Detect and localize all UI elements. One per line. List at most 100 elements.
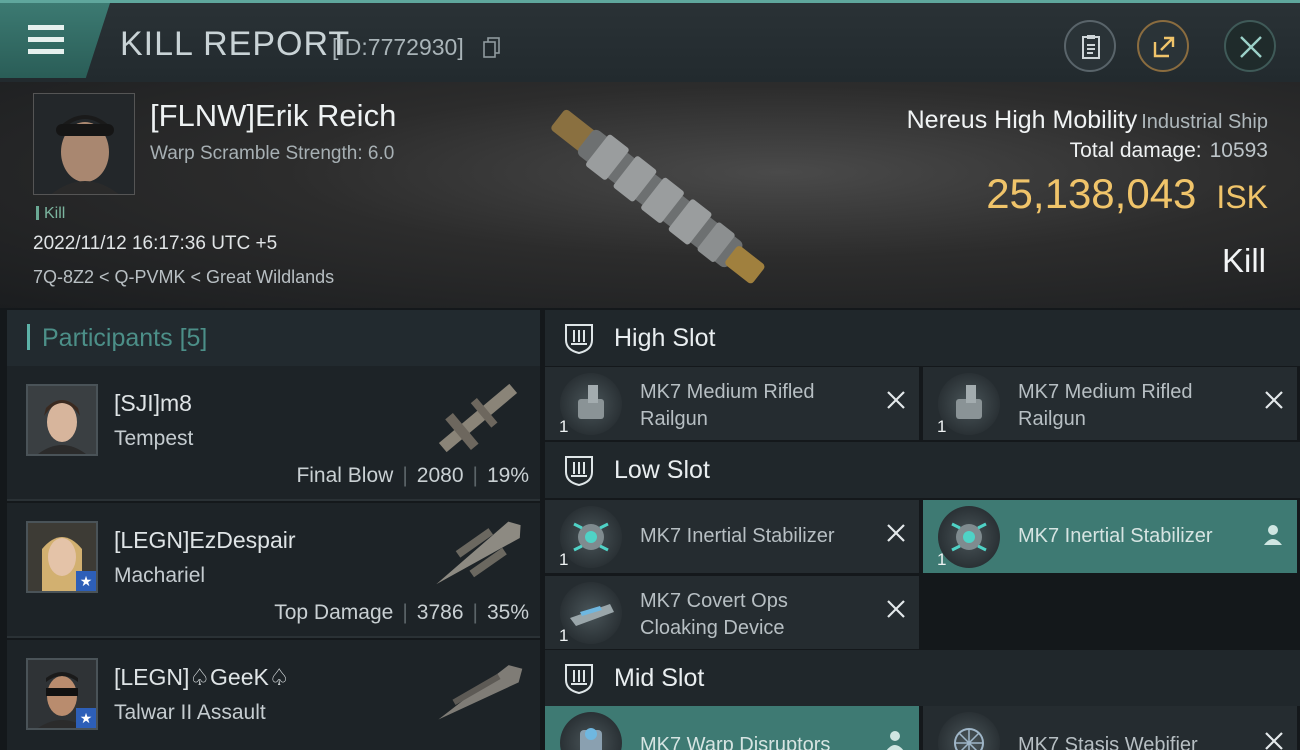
module-item[interactable]: MK7 Stasis Webifier xyxy=(923,706,1297,750)
x-icon[interactable] xyxy=(885,522,907,544)
module-quantity: 1 xyxy=(937,550,947,569)
user-icon[interactable] xyxy=(885,730,905,750)
participant-stats: Final Blow | 2080 | 19% xyxy=(296,464,529,487)
module-quantity: 1 xyxy=(559,417,569,436)
module-name: MK7 Medium Rifled Railgun xyxy=(1018,381,1193,430)
report-id: [ID:7772930] xyxy=(332,34,464,60)
isk-amount: 25,138,043 xyxy=(986,170,1197,217)
total-damage-value: 10593 xyxy=(1209,139,1268,162)
slot-label: High Slot xyxy=(614,324,716,352)
isk-value: 25,138,043 ISK xyxy=(986,170,1268,218)
kill-result: Kill xyxy=(1221,242,1266,279)
kill-tag: Kill xyxy=(36,205,65,223)
participant-row[interactable]: ★ [LEGN]♤GeeK♤ Talwar II Assault xyxy=(7,640,540,750)
module-name: MK7 Inertial Stabilizer xyxy=(640,525,835,547)
participant-ship-image xyxy=(438,665,523,720)
user-icon[interactable] xyxy=(1263,524,1283,546)
participant-role: Final Blow xyxy=(296,464,394,487)
clipboard-icon xyxy=(1082,35,1100,59)
x-icon[interactable] xyxy=(1263,730,1285,750)
copy-icon[interactable] xyxy=(483,37,501,59)
isk-unit: ISK xyxy=(1216,179,1268,215)
total-damage: Total damage: 10593 xyxy=(1070,139,1268,163)
module-name: MK7 Warp Disruptors xyxy=(640,734,831,750)
slot-label: Low Slot xyxy=(614,456,710,484)
warp-disruptor-icon xyxy=(560,712,622,750)
kill-timestamp: 2022/11/12 16:17:36 UTC +5 xyxy=(33,233,278,254)
participant-damage: 3786 xyxy=(416,601,464,624)
participant-name: [SJI]m8 xyxy=(114,390,192,416)
ship-class: Industrial Ship xyxy=(1141,111,1268,133)
page-title: KILL REPORT xyxy=(120,25,351,63)
mid-slot-header: Mid Slot xyxy=(545,650,1300,706)
participants-header: Participants [5] xyxy=(7,310,540,366)
victim-avatar[interactable] xyxy=(33,93,135,195)
module-name: MK7 Covert Ops Cloaking Device xyxy=(640,590,788,639)
module-item[interactable]: 1 MK7 Medium Rifled Railgun xyxy=(545,367,919,440)
module-item[interactable]: MK7 Warp Disruptors xyxy=(545,706,919,750)
victim-ship-type[interactable]: Nereus High Mobility Industrial Ship xyxy=(907,106,1268,135)
participant-avatar xyxy=(26,384,98,456)
participants-label: Participants [5] xyxy=(27,324,207,353)
warp-scramble-strength: Warp Scramble Strength: 6.0 xyxy=(150,143,395,164)
shield-slot-icon xyxy=(565,664,593,694)
participant-ship: Tempest xyxy=(114,427,194,450)
total-damage-label: Total damage: xyxy=(1069,139,1202,162)
participant-ship: Talwar II Assault xyxy=(114,701,266,724)
close-icon xyxy=(1240,36,1262,58)
participants-panel: Participants [5] [SJI]m8 Tempest Final B… xyxy=(7,310,540,750)
module-item[interactable]: 1 MK7 Medium Rifled Railgun xyxy=(923,367,1297,440)
participant-stats: Top Damage | 3786 | 35% xyxy=(274,601,529,624)
participant-ship-image xyxy=(436,521,521,585)
participant-ship-image xyxy=(438,383,518,453)
module-item[interactable]: 1 MK7 Inertial Stabilizer xyxy=(545,500,919,573)
module-item[interactable]: 1 MK7 Inertial Stabilizer xyxy=(923,500,1297,573)
shield-slot-icon xyxy=(565,324,593,354)
participant-ship: Machariel xyxy=(114,564,206,587)
header-bar: KILL REPORT [ID:7772930] xyxy=(0,0,1300,82)
cloaking-device-icon xyxy=(560,582,622,644)
participant-name: [LEGN]EzDespair xyxy=(114,527,296,553)
participant-damage: 2080 xyxy=(416,464,464,487)
module-name: MK7 Medium Rifled Railgun xyxy=(640,381,815,430)
participant-row[interactable]: ★ [LEGN]EzDespair Machariel Top Damage | 3… xyxy=(7,503,540,638)
participant-percent: 35% xyxy=(486,601,529,624)
shield-slot-icon xyxy=(565,456,593,486)
participant-row[interactable]: [SJI]m8 Tempest Final Blow | 2080 | 19% xyxy=(7,366,540,501)
module-quantity: 1 xyxy=(937,417,947,436)
participants-count: [5] xyxy=(179,324,208,352)
x-icon[interactable] xyxy=(885,389,907,411)
share-icon xyxy=(1153,36,1175,58)
participant-avatar: ★ xyxy=(26,658,98,730)
x-icon[interactable] xyxy=(1263,389,1285,411)
railgun-icon xyxy=(560,373,622,435)
stabilizer-icon xyxy=(560,506,622,568)
report-button[interactable] xyxy=(1064,20,1116,72)
menu-button[interactable] xyxy=(0,3,110,78)
module-name: MK7 Stasis Webifier xyxy=(1018,734,1198,750)
low-slot-header: Low Slot xyxy=(545,442,1300,498)
star-badge-icon: ★ xyxy=(76,571,96,591)
module-quantity: 1 xyxy=(559,626,569,645)
participant-name: [LEGN]♤GeeK♤ xyxy=(114,664,290,690)
railgun-icon xyxy=(938,373,1000,435)
hamburger-icon xyxy=(28,25,64,61)
kill-location[interactable]: 7Q-8Z2 < Q-PVMK < Great Wildlands xyxy=(33,267,334,288)
stasis-webifier-icon xyxy=(938,712,1000,750)
star-badge-icon: ★ xyxy=(76,708,96,728)
ship-name: Nereus High Mobility xyxy=(906,106,1138,134)
slot-label: Mid Slot xyxy=(614,664,705,692)
fitting-panel: High Slot 1 MK7 Medium Rifled Railgun 1 … xyxy=(545,310,1300,750)
participant-percent: 19% xyxy=(486,464,529,487)
participant-role: Top Damage xyxy=(274,601,394,624)
stabilizer-icon xyxy=(938,506,1000,568)
close-button[interactable] xyxy=(1224,20,1276,72)
victim-name[interactable]: [FLNW]Erik Reich xyxy=(150,98,396,134)
participant-avatar: ★ xyxy=(26,521,98,593)
victim-ship-image xyxy=(551,109,765,284)
x-icon[interactable] xyxy=(885,598,907,620)
share-button[interactable] xyxy=(1137,20,1189,72)
module-name: MK7 Inertial Stabilizer xyxy=(1018,525,1213,547)
module-item[interactable]: 1 MK7 Covert Ops Cloaking Device xyxy=(545,576,919,649)
module-quantity: 1 xyxy=(559,550,569,569)
